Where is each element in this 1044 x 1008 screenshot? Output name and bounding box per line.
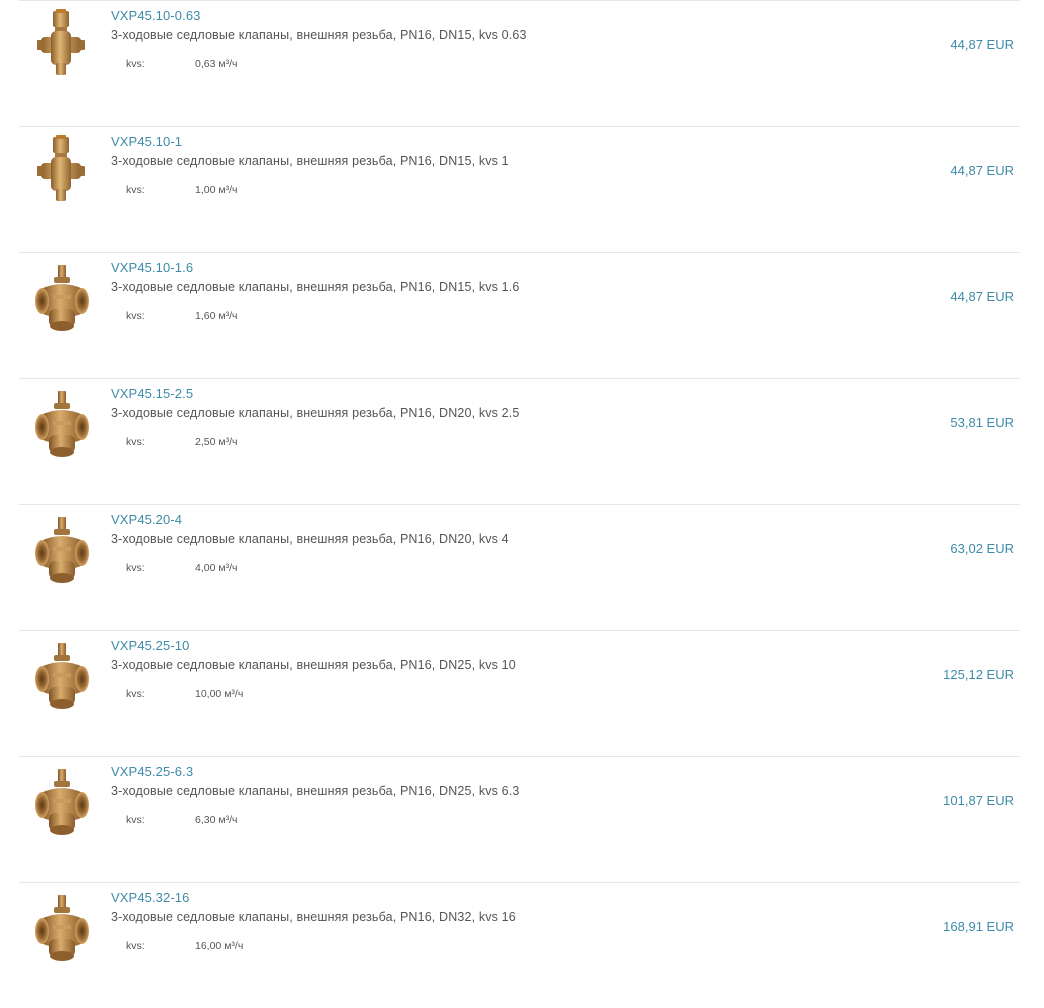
spec-label: kvs: [126,310,145,322]
product-name-link[interactable]: VXP45.25-6.3 [111,764,193,779]
product-row: VXP45.10-0.63 3-ходовые седловые клапаны… [19,0,1020,126]
spec-value: 4,00 м³/ч [195,562,238,574]
spec-value: 10,00 м³/ч [195,688,244,700]
product-row: VXP45.32-16 3-ходовые седловые клапаны, … [19,882,1020,1008]
valve-image[interactable] [29,7,95,83]
spec-value: 1,60 м³/ч [195,310,238,322]
product-row: VXP45.20-4 3-ходовые седловые клапаны, в… [19,504,1020,630]
valve-image[interactable] [29,637,95,713]
product-row: VXP45.10-1.6 3-ходовые седловые клапаны,… [19,252,1020,378]
spec-label: kvs: [126,814,145,826]
price[interactable]: 125,12 EUR [943,667,1014,682]
price[interactable]: 101,87 EUR [943,793,1014,808]
spec-label: kvs: [126,184,145,196]
product-description: 3-ходовые седловые клапаны, внешняя резь… [111,154,509,168]
spec-label: kvs: [126,562,145,574]
product-description: 3-ходовые седловые клапаны, внешняя резь… [111,280,520,294]
valve-image[interactable] [29,133,95,209]
price[interactable]: 44,87 EUR [950,37,1014,52]
price[interactable]: 63,02 EUR [950,541,1014,556]
product-name-link[interactable]: VXP45.10-1.6 [111,260,193,275]
valve-image[interactable] [29,889,95,965]
product-description: 3-ходовые седловые клапаны, внешняя резь… [111,910,516,924]
spec-value: 2,50 м³/ч [195,436,238,448]
product-row: VXP45.25-10 3-ходовые седловые клапаны, … [19,630,1020,756]
product-row: VXP45.15-2.5 3-ходовые седловые клапаны,… [19,378,1020,504]
product-row: VXP45.25-6.3 3-ходовые седловые клапаны,… [19,756,1020,882]
spec-value: 6,30 м³/ч [195,814,238,826]
valve-image[interactable] [29,385,95,461]
spec-label: kvs: [126,58,145,70]
product-name-link[interactable]: VXP45.20-4 [111,512,182,527]
spec-label: kvs: [126,940,145,952]
price[interactable]: 168,91 EUR [943,919,1014,934]
product-name-link[interactable]: VXP45.25-10 [111,638,189,653]
spec-value: 16,00 м³/ч [195,940,244,952]
price[interactable]: 44,87 EUR [950,289,1014,304]
price[interactable]: 44,87 EUR [950,163,1014,178]
product-description: 3-ходовые седловые клапаны, внешняя резь… [111,784,520,798]
product-description: 3-ходовые седловые клапаны, внешняя резь… [111,406,520,420]
spec-value: 0,63 м³/ч [195,58,238,70]
valve-image[interactable] [29,259,95,335]
product-name-link[interactable]: VXP45.15-2.5 [111,386,193,401]
valve-image[interactable] [29,763,95,839]
product-description: 3-ходовые седловые клапаны, внешняя резь… [111,28,527,42]
spec-label: kvs: [126,436,145,448]
spec-value: 1,00 м³/ч [195,184,238,196]
product-description: 3-ходовые седловые клапаны, внешняя резь… [111,532,509,546]
valve-image[interactable] [29,511,95,587]
product-row: VXP45.10-1 3-ходовые седловые клапаны, в… [19,126,1020,252]
product-name-link[interactable]: VXP45.10-0.63 [111,8,200,23]
product-name-link[interactable]: VXP45.10-1 [111,134,182,149]
product-description: 3-ходовые седловые клапаны, внешняя резь… [111,658,516,672]
spec-label: kvs: [126,688,145,700]
product-name-link[interactable]: VXP45.32-16 [111,890,189,905]
product-list: VXP45.10-0.63 3-ходовые седловые клапаны… [19,0,1020,1008]
price[interactable]: 53,81 EUR [950,415,1014,430]
